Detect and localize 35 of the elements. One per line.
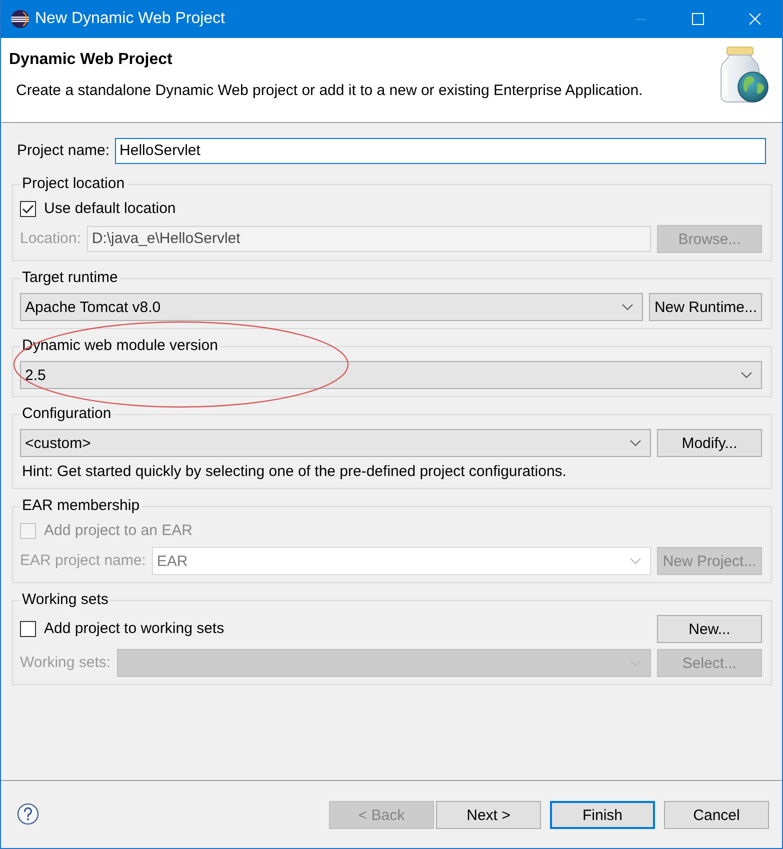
- checkbox[interactable]: [20, 621, 36, 637]
- dropdown[interactable]: Apache Tomcat v8.0: [20, 293, 644, 321]
- checkbox-label[interactable]: Use default location: [44, 200, 176, 218]
- dropdown[interactable]: 2.5: [20, 361, 762, 389]
- field-label: Working sets:: [20, 654, 111, 672]
- striped-sphere-icon: [11, 10, 29, 28]
- project-name-field[interactable]: HelloServlet: [114, 138, 766, 164]
- field-label: Location:: [20, 230, 81, 248]
- chevron-down-icon: [630, 440, 641, 446]
- checkbox[interactable]: [20, 201, 36, 217]
- jar-globe-icon: [718, 46, 770, 104]
- group-title: Configuration: [21, 405, 112, 423]
- checkmark-icon: [22, 204, 34, 214]
- group-title: EAR membership: [21, 497, 141, 515]
- push-button[interactable]: New...: [657, 615, 762, 643]
- chevron-down-icon: [741, 372, 752, 378]
- wizard-button[interactable]: Next >: [436, 801, 541, 829]
- chevron-down-icon: [630, 558, 641, 564]
- checkbox-label[interactable]: Add project to working sets: [44, 620, 224, 638]
- push-button[interactable]: Modify...: [657, 429, 762, 457]
- wizard-button[interactable]: Finish: [550, 801, 655, 829]
- hint-text: Hint: Get started quickly by selecting one of the pre-defined project configurations.: [21, 463, 566, 481]
- wizard-description: Create a standalone Dynamic Web project or add it to a new or existing Enterprise Application.: [15, 81, 644, 101]
- window-title: New Dynamic Web Project: [35, 10, 225, 28]
- wizard-button[interactable]: Cancel: [664, 801, 769, 829]
- group-title: Working sets: [21, 591, 110, 609]
- chevron-down-icon: [622, 304, 634, 310]
- group-title: Target runtime: [21, 269, 119, 287]
- group-title: Project location: [21, 175, 126, 193]
- field-label: EAR project name:: [20, 552, 146, 570]
- wizard-title: Dynamic Web Project: [8, 50, 174, 70]
- help-icon[interactable]: [17, 803, 39, 825]
- field-label: Project name:: [17, 142, 110, 160]
- dropdown[interactable]: <custom>: [20, 429, 651, 457]
- push-button[interactable]: New Runtime...: [649, 293, 762, 321]
